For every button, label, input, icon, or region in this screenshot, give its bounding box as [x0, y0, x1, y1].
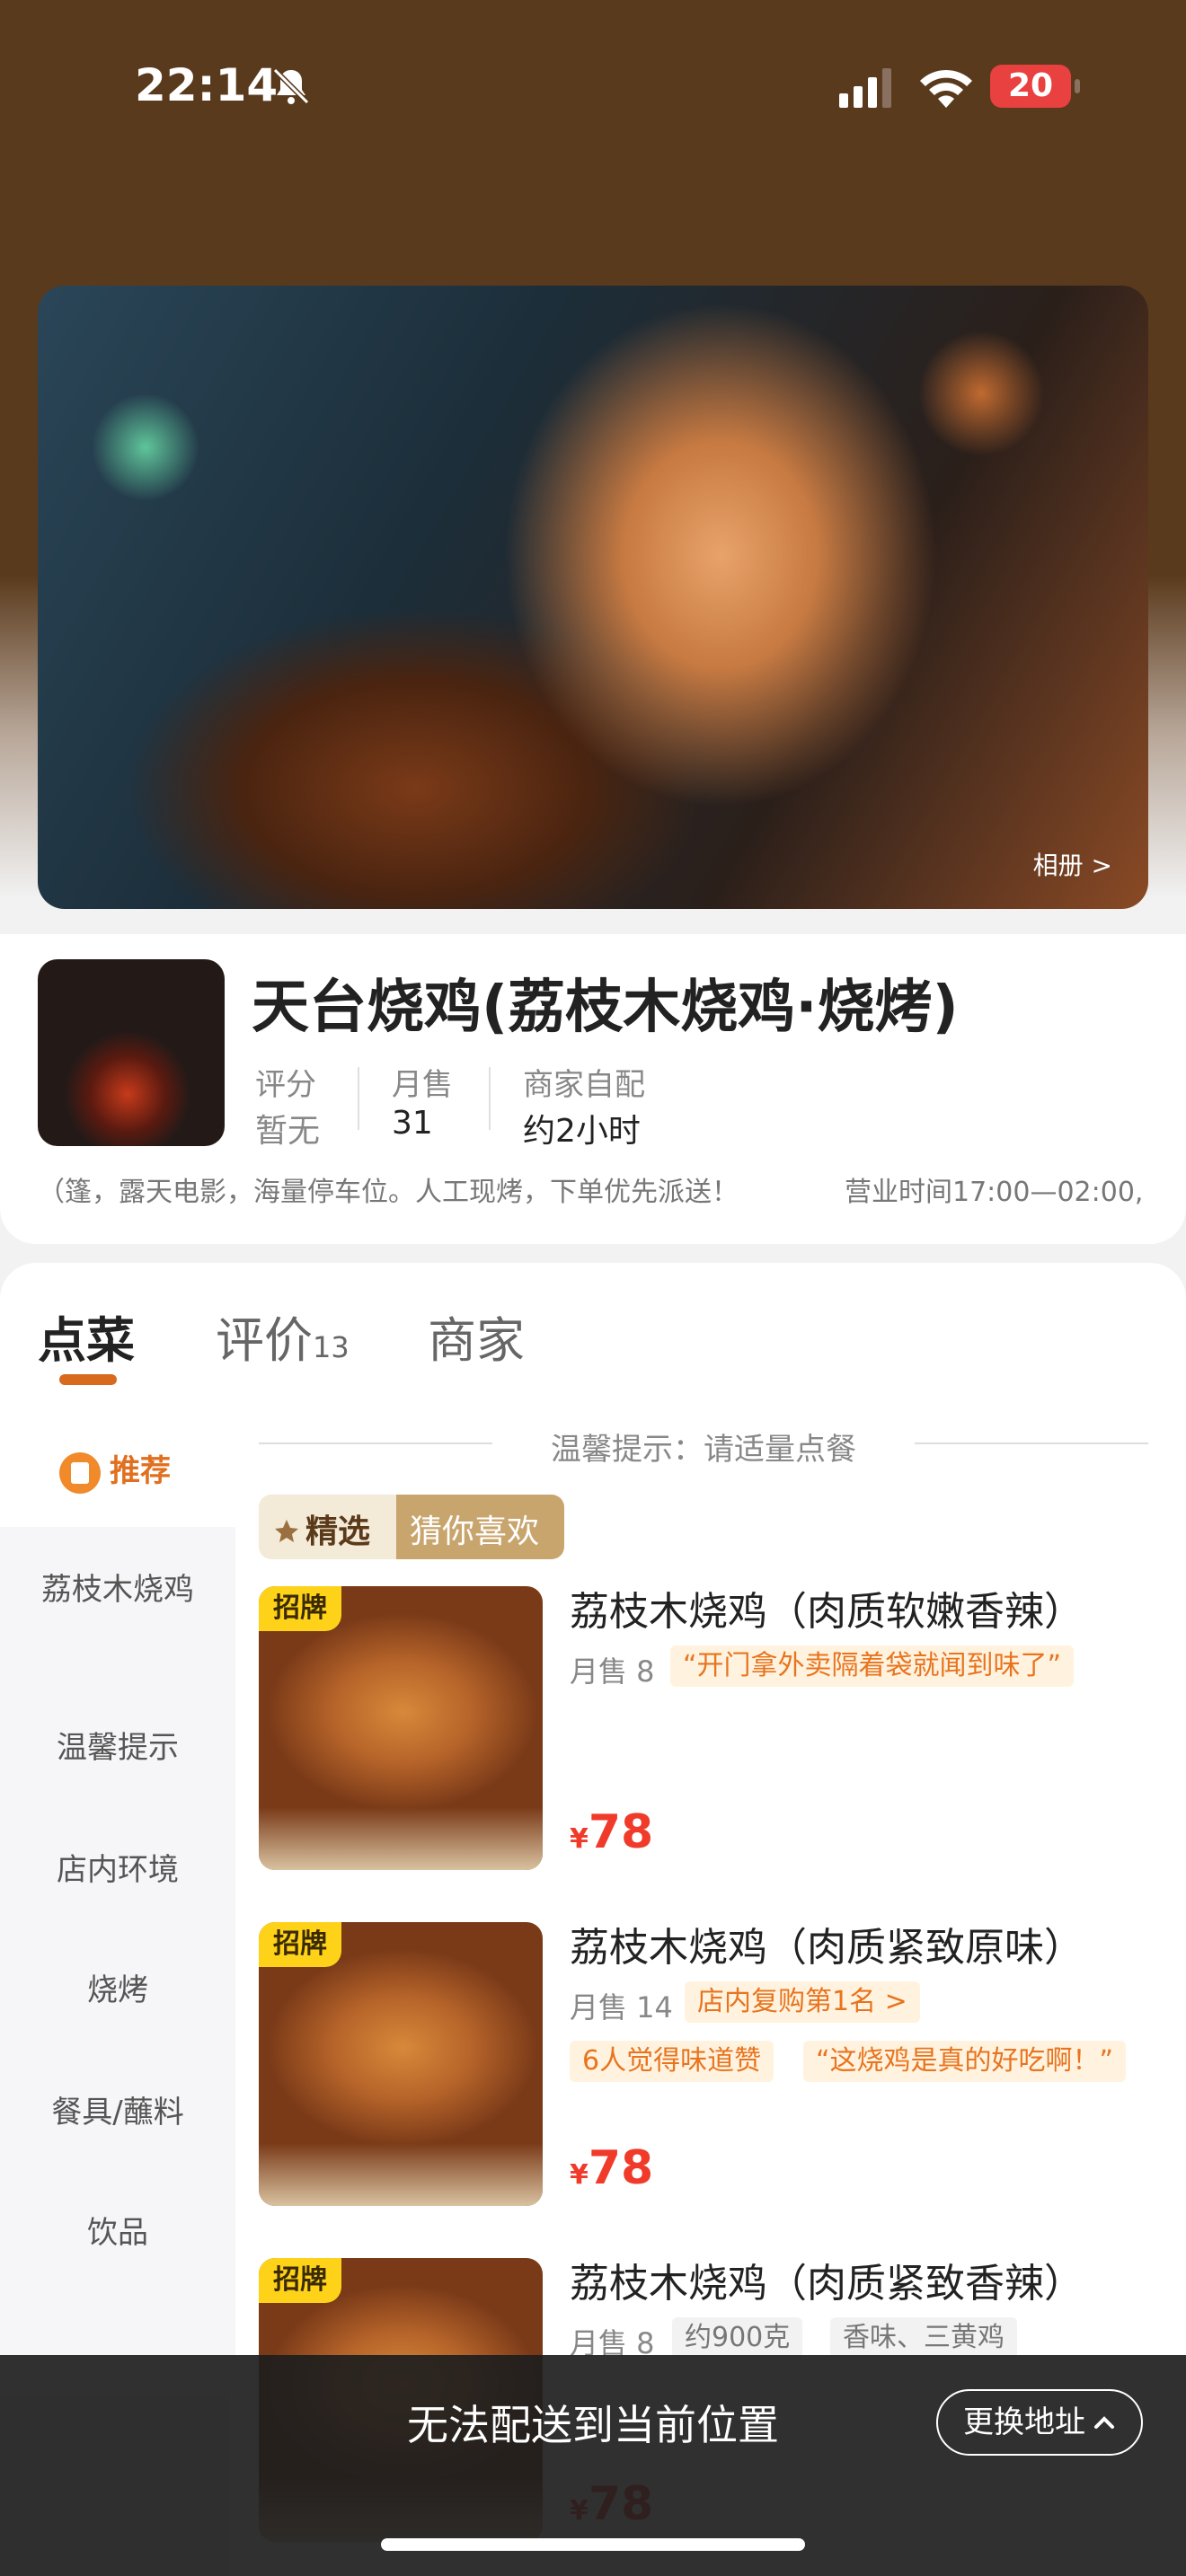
tab-active-indicator	[59, 1374, 117, 1385]
stat-divider	[358, 1067, 359, 1130]
weight-chip: 约900克	[672, 2317, 803, 2359]
sidebar-item-tips[interactable]: 温馨提示	[0, 1726, 235, 1769]
status-bar: 22:14 20	[0, 0, 1186, 171]
tab-reviews[interactable]: 评价13	[216, 1301, 350, 1372]
section-tag-guess-you-like: 猜你喜欢	[410, 1513, 540, 1550]
sidebar-item-bbq[interactable]: 烧烤	[0, 1969, 235, 2012]
section-tag: 精选 猜你喜欢	[259, 1495, 564, 1559]
rebuy-rank-chip[interactable]: 店内复购第1名 >	[685, 1981, 920, 2023]
shop-hero-image[interactable]: 相册 >	[38, 286, 1148, 909]
stat-delivery-value: 约2小时	[523, 1113, 641, 1150]
change-address-button[interactable]: 更换地址	[936, 2389, 1143, 2456]
shop-logo	[38, 959, 225, 1146]
status-time: 22:14	[135, 59, 279, 111]
taste-likes-chip: 6人觉得味道赞	[570, 2041, 774, 2082]
dish-price: ¥78	[570, 2141, 654, 2195]
signature-badge: 招牌	[259, 1922, 341, 1967]
sidebar-item-utensils[interactable]: 餐具/蘸料	[0, 2091, 235, 2134]
dish-name[interactable]: 荔枝木烧鸡（肉质紧致原味）	[570, 1915, 1084, 1972]
chevron-up-icon	[1094, 2416, 1114, 2429]
dish-name[interactable]: 荔枝木烧鸡（肉质软嫩香辣）	[570, 1579, 1084, 1636]
stat-delivery-label: 商家自配	[523, 1067, 645, 1103]
dish-price: ¥78	[570, 1805, 654, 1859]
flavor-chip: 香味、三黄鸡	[830, 2317, 1017, 2359]
review-quote-chip: “这烧鸡是真的好吃啊！”	[803, 2041, 1127, 2082]
review-quote-chip: “开门拿外卖隔着袋就闻到味了”	[670, 1645, 1075, 1687]
shop-name: 天台烧鸡(荔枝木烧鸡·烧烤)	[252, 975, 959, 1041]
stat-monthly-sales-label: 月售	[392, 1067, 453, 1103]
recommend-icon	[59, 1451, 101, 1494]
sidebar-item-recommended[interactable]: 推荐	[59, 1446, 171, 1494]
shop-notice[interactable]: （篷，露天电影，海量停车位。人工现烤，下单优先派送！	[38, 1169, 739, 1209]
sidebar-item-environment[interactable]: 店内环境	[0, 1848, 235, 1892]
shop-hours: 营业时间17:00—02:00,	[845, 1177, 1144, 1208]
dish-monthly-sales: 月售 8	[570, 1654, 655, 1689]
wifi-icon	[920, 69, 972, 108]
tab-order[interactable]: 点菜	[38, 1301, 135, 1372]
sidebar-item-lychee-chicken[interactable]: 荔枝木烧鸡	[0, 1568, 235, 1611]
battery-indicator: 20	[990, 65, 1080, 108]
home-indicator	[381, 2538, 805, 2551]
hint-text: 温馨提示：请适量点餐	[551, 1432, 856, 1468]
stat-monthly-sales-value: 31	[392, 1105, 433, 1142]
album-link[interactable]: 相册 >	[1033, 846, 1112, 882]
dish-name[interactable]: 荔枝木烧鸡（肉质紧致香辣）	[570, 2251, 1084, 2308]
stat-rating-value: 暂无	[255, 1113, 321, 1150]
stat-rating-label: 评分	[255, 1067, 316, 1103]
menu-hint: 温馨提示：请适量点餐	[259, 1425, 1148, 1468]
signal-icon	[839, 68, 891, 108]
dish-monthly-sales: 月售 14	[570, 1990, 673, 2025]
signature-badge: 招牌	[259, 1586, 341, 1631]
signature-badge: 招牌	[259, 2258, 341, 2303]
nav-bar	[0, 189, 1186, 438]
star-icon	[275, 1520, 298, 1542]
stat-divider	[489, 1067, 491, 1130]
sidebar-item-drinks[interactable]: 饮品	[0, 2211, 235, 2254]
mute-bell-icon	[272, 67, 310, 105]
tab-merchant[interactable]: 商家	[428, 1301, 525, 1372]
section-tag-featured: 精选	[273, 1505, 370, 1552]
reviews-count: 13	[313, 1330, 350, 1364]
